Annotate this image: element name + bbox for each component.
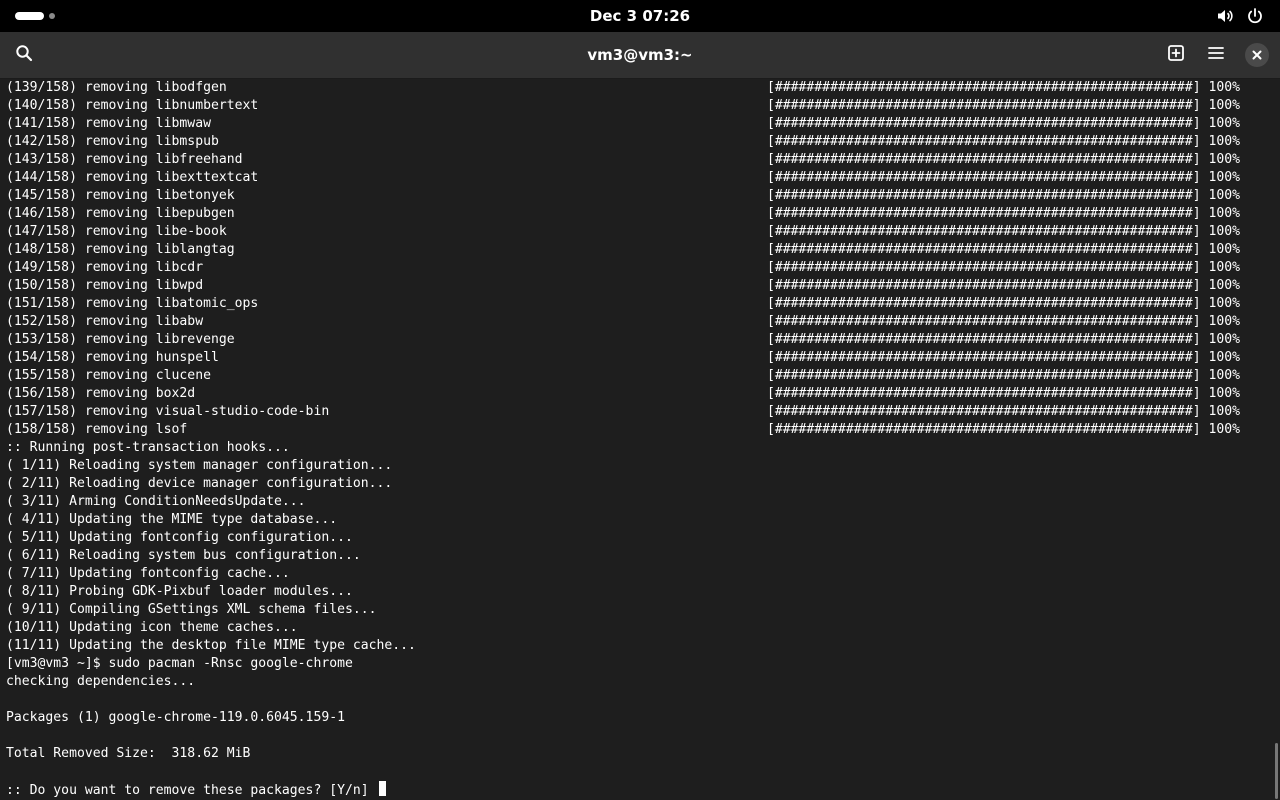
progress-bar: [#######################################… bbox=[767, 278, 1240, 293]
removal-line: (156/158) removing box2d [###############… bbox=[6, 386, 1240, 401]
hook-line: ( 7/11) Updating fontconfig cache... bbox=[6, 566, 290, 581]
hook-line: ( 1/11) Reloading system manager configu… bbox=[6, 458, 393, 473]
removal-line: (149/158) removing libcdr [##############… bbox=[6, 260, 1240, 275]
packages-line: Packages (1) google-chrome-119.0.6045.15… bbox=[6, 710, 345, 725]
progress-bar: [#######################################… bbox=[767, 188, 1240, 203]
checking-line: checking dependencies... bbox=[6, 674, 196, 689]
progress-bar: [#######################################… bbox=[767, 314, 1240, 329]
hook-line: (10/11) Updating icon theme caches... bbox=[6, 620, 298, 635]
removal-line: (146/158) removing libepubgen [##########… bbox=[6, 206, 1240, 221]
hook-line: ( 5/11) Updating fontconfig configuratio… bbox=[6, 530, 353, 545]
power-icon bbox=[1246, 7, 1264, 25]
system-status-area[interactable] bbox=[1216, 6, 1264, 26]
progress-bar: [#######################################… bbox=[767, 206, 1240, 221]
blank-line bbox=[6, 727, 1276, 745]
progress-bar: [#######################################… bbox=[767, 296, 1240, 311]
removal-line: (157/158) removing visual-studio-code-bi… bbox=[6, 404, 1240, 419]
hook-line: ( 8/11) Probing GDK-Pixbuf loader module… bbox=[6, 584, 353, 599]
removal-line: (145/158) removing libetonyek [##########… bbox=[6, 188, 1240, 203]
search-button[interactable] bbox=[8, 39, 40, 71]
progress-bar: [#######################################… bbox=[767, 242, 1240, 257]
blank-line bbox=[6, 763, 1276, 781]
removal-line: (142/158) removing libmspub [############… bbox=[6, 134, 1240, 149]
removal-line: (147/158) removing libe-book [###########… bbox=[6, 224, 1240, 239]
progress-bar: [#######################################… bbox=[767, 404, 1240, 419]
size-line: Total Removed Size: 318.62 MiB bbox=[6, 746, 251, 761]
hook-line: ( 2/11) Reloading device manager configu… bbox=[6, 476, 393, 491]
command-line: [vm3@vm3 ~]$ sudo pacman -Rnsc google-ch… bbox=[6, 656, 353, 671]
removal-line: (144/158) removing libexttextcat [#######… bbox=[6, 170, 1240, 185]
removal-line: (141/158) removing libmwaw [#############… bbox=[6, 116, 1240, 131]
hook-line: :: Running post-transaction hooks... bbox=[6, 440, 290, 455]
close-icon bbox=[1251, 46, 1263, 65]
removal-line: (139/158) removing libodfgen [###########… bbox=[6, 80, 1240, 95]
removal-line: (151/158) removing libatomic_ops [#######… bbox=[6, 296, 1240, 311]
prompt-line[interactable]: :: Do you want to remove these packages?… bbox=[6, 781, 1276, 799]
text-cursor bbox=[378, 781, 386, 796]
search-icon bbox=[15, 44, 33, 66]
new-tab-icon bbox=[1167, 44, 1185, 66]
removal-line: (150/158) removing libwpd [##############… bbox=[6, 278, 1240, 293]
progress-bar: [#######################################… bbox=[767, 134, 1240, 149]
blank-line bbox=[6, 691, 1276, 709]
new-tab-button[interactable] bbox=[1160, 39, 1192, 71]
progress-bar: [#######################################… bbox=[767, 152, 1240, 167]
progress-bar: [#######################################… bbox=[767, 80, 1240, 95]
hook-line: ( 4/11) Updating the MIME type database.… bbox=[6, 512, 338, 527]
progress-bar: [#######################################… bbox=[767, 368, 1240, 383]
progress-bar: [#######################################… bbox=[767, 386, 1240, 401]
progress-bar: [#######################################… bbox=[767, 332, 1240, 347]
volume-icon bbox=[1216, 7, 1234, 25]
progress-bar: [#######################################… bbox=[767, 170, 1240, 185]
progress-bar: [#######################################… bbox=[767, 224, 1240, 239]
progress-bar: [#######################################… bbox=[767, 260, 1240, 275]
progress-bar: [#######################################… bbox=[767, 422, 1240, 437]
progress-bar: [#######################################… bbox=[767, 98, 1240, 113]
clock[interactable]: Dec 3 07:26 bbox=[0, 0, 1280, 32]
removal-line: (143/158) removing libfreehand [#########… bbox=[6, 152, 1240, 167]
terminal-output[interactable]: (139/158) removing libodfgen [###########… bbox=[0, 79, 1280, 800]
progress-bar: [#######################################… bbox=[767, 116, 1240, 131]
top-bar: Dec 3 07:26 bbox=[0, 0, 1280, 32]
hamburger-menu-icon bbox=[1207, 44, 1225, 66]
removal-line: (152/158) removing libabw [##############… bbox=[6, 314, 1240, 329]
hook-line: (11/11) Updating the desktop file MIME t… bbox=[6, 638, 416, 653]
prompt-text: :: Do you want to remove these packages?… bbox=[6, 783, 377, 798]
main-menu-button[interactable] bbox=[1200, 39, 1232, 71]
removal-line: (148/158) removing liblangtag [##########… bbox=[6, 242, 1240, 257]
hook-line: ( 9/11) Compiling GSettings XML schema f… bbox=[6, 602, 377, 617]
terminal-lines: (139/158) removing libodfgen [###########… bbox=[6, 79, 1276, 799]
progress-bar: [#######################################… bbox=[767, 350, 1240, 365]
removal-line: (154/158) removing hunspell [############… bbox=[6, 350, 1240, 365]
removal-line: (155/158) removing clucene [#############… bbox=[6, 368, 1240, 383]
removal-line: (158/158) removing lsof [################… bbox=[6, 422, 1240, 437]
terminal-scrollbar[interactable] bbox=[1275, 743, 1278, 799]
removal-line: (140/158) removing libnumbertext [#######… bbox=[6, 98, 1240, 113]
close-window-button[interactable] bbox=[1245, 43, 1269, 67]
hook-line: ( 6/11) Reloading system bus configurati… bbox=[6, 548, 361, 563]
hook-line: ( 3/11) Arming ConditionNeedsUpdate... bbox=[6, 494, 306, 509]
removal-line: (153/158) removing librevenge [##########… bbox=[6, 332, 1240, 347]
window-title: vm3@vm3:~ bbox=[587, 46, 693, 64]
terminal-headerbar: vm3@vm3:~ bbox=[0, 32, 1280, 79]
